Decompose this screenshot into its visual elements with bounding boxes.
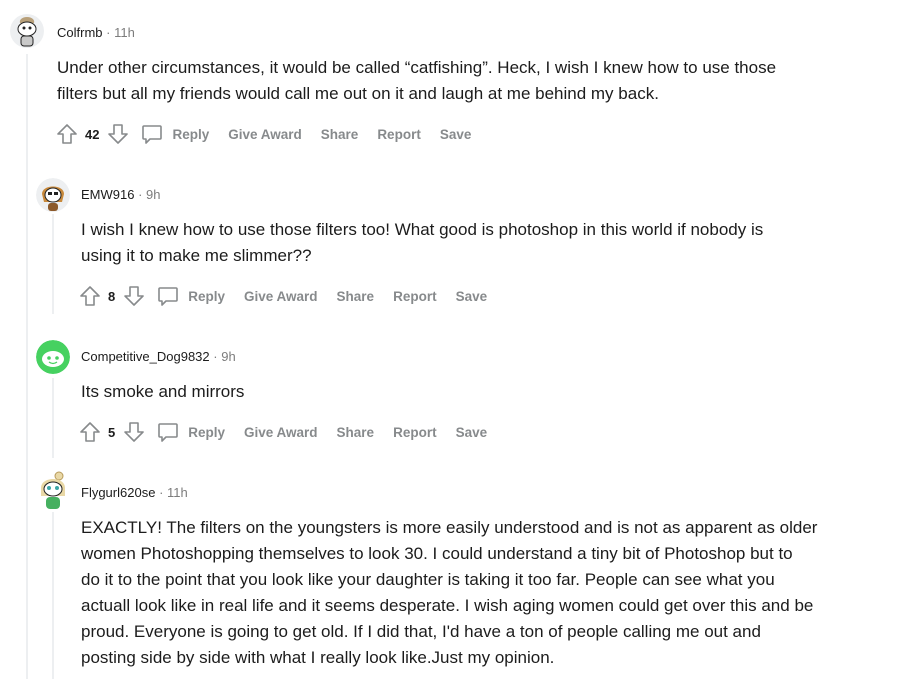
reply-button[interactable]: Reply — [140, 122, 209, 146]
share-button[interactable]: Share — [337, 289, 375, 304]
comment-line: Its smoke and mirrors — [81, 382, 245, 401]
comment-bubble-icon — [158, 287, 179, 306]
vote-score: 42 — [85, 126, 100, 142]
save-button[interactable]: Save — [440, 127, 472, 142]
reply-label: Reply — [188, 424, 225, 440]
snoo-avatar-icon — [36, 178, 70, 212]
comment-body: I wish I knew how to use those filters t… — [81, 217, 763, 269]
avatar[interactable] — [36, 470, 70, 510]
reply-label: Reply — [188, 288, 225, 304]
thread-line[interactable] — [26, 54, 28, 679]
downvote-icon[interactable] — [122, 284, 146, 308]
comment-line: women Photoshopping themselves to look 3… — [81, 544, 793, 563]
thread-line[interactable] — [52, 214, 54, 314]
upvote-icon[interactable] — [78, 284, 102, 308]
timestamp[interactable]: 9h — [146, 187, 160, 202]
downvote-icon[interactable] — [122, 420, 146, 444]
comment-line: posting side by side with what I really … — [81, 648, 555, 667]
report-button[interactable]: Report — [393, 425, 437, 440]
username[interactable]: Colfrmb — [57, 25, 103, 40]
comment-body: Its smoke and mirrors — [81, 379, 244, 405]
thread-line[interactable] — [52, 378, 54, 458]
comment-line: Under other circumstances, it would be c… — [57, 58, 777, 77]
give-award-button[interactable]: Give Award — [244, 289, 318, 304]
give-award-button[interactable]: Give Award — [244, 425, 318, 440]
timestamp[interactable]: 9h — [221, 349, 235, 364]
save-button[interactable]: Save — [456, 425, 488, 440]
separator-dot: · — [106, 25, 115, 40]
separator-dot: · — [138, 187, 147, 202]
comment-body: EXACTLY! The filters on the youngsters i… — [81, 515, 817, 671]
separator-dot: · — [159, 485, 168, 500]
reply-label: Reply — [172, 126, 210, 142]
share-button[interactable]: Share — [337, 425, 375, 440]
username[interactable]: Flygurl620se — [81, 485, 155, 500]
timestamp[interactable]: 11h — [167, 485, 188, 500]
avatar[interactable] — [36, 340, 70, 374]
timestamp[interactable]: 11h — [114, 25, 135, 40]
comment-actions: 5 Reply Give Award Share Report Save — [78, 418, 506, 446]
thread-line[interactable] — [52, 512, 54, 679]
give-award-button[interactable]: Give Award — [228, 127, 302, 142]
upvote-icon[interactable] — [78, 420, 102, 444]
comment-line: actuall look like in real life and it se… — [81, 596, 814, 615]
username[interactable]: EMW916 — [81, 187, 134, 202]
report-button[interactable]: Report — [393, 289, 437, 304]
comment-body: Under other circumstances, it would be c… — [57, 55, 776, 107]
share-button[interactable]: Share — [321, 127, 359, 142]
vote-score: 5 — [108, 424, 116, 440]
snoo-avatar-icon — [41, 471, 65, 509]
reply-button[interactable]: Reply — [156, 284, 225, 308]
avatar[interactable] — [36, 178, 70, 212]
comment-line: using it to make me slimmer?? — [81, 246, 312, 265]
report-button[interactable]: Report — [377, 127, 421, 142]
comment-line: filters but all my friends would call me… — [57, 84, 659, 103]
save-button[interactable]: Save — [456, 289, 488, 304]
comment-bubble-icon — [142, 125, 163, 144]
comment-line: proud. Everyone is going to get old. If … — [81, 622, 761, 641]
snoo-avatar-icon — [36, 340, 70, 374]
comment-actions: 8 Reply Give Award Share Report Save — [78, 282, 506, 310]
comment-line: do it to the point that you look like yo… — [81, 570, 775, 589]
comment-line: I wish I knew how to use those filters t… — [81, 220, 764, 239]
comment-line: EXACTLY! The filters on the youngsters i… — [81, 518, 818, 537]
upvote-icon[interactable] — [55, 122, 79, 146]
downvote-icon[interactable] — [106, 122, 130, 146]
comment-actions: 42 Reply Give Award Share Report Save — [55, 120, 490, 148]
avatar[interactable] — [10, 14, 44, 48]
reply-button[interactable]: Reply — [156, 420, 225, 444]
username[interactable]: Competitive_Dog9832 — [81, 349, 210, 364]
snoo-avatar-icon — [10, 14, 44, 48]
vote-score: 8 — [108, 288, 116, 304]
comment-bubble-icon — [158, 423, 179, 442]
